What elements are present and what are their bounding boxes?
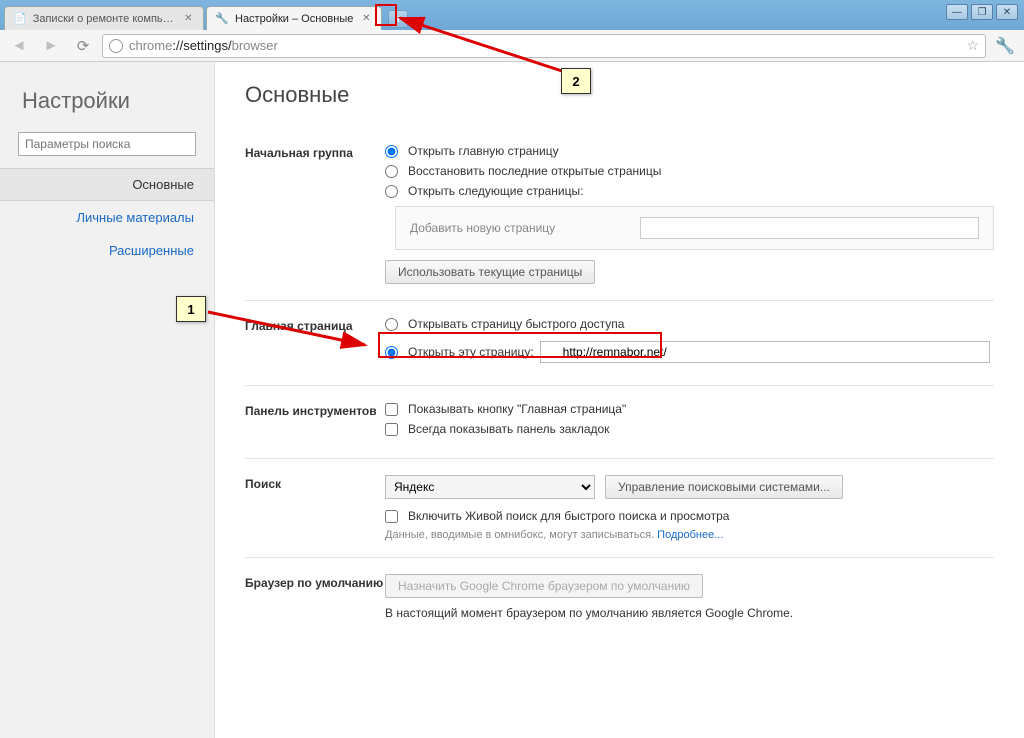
show-bookmarks-bar-checkbox[interactable] bbox=[385, 423, 398, 436]
settings-search-input[interactable] bbox=[18, 132, 196, 156]
back-button[interactable]: ◄ bbox=[6, 34, 32, 58]
tab-1-title: Настройки – Основные bbox=[235, 13, 353, 25]
section-search: Поиск Яндекс Управление поисковыми систе… bbox=[245, 459, 994, 558]
tab-strip: 📄 Записки о ремонте компьюте ✕ 🔧 Настрой… bbox=[4, 4, 408, 30]
tab-1[interactable]: 🔧 Настройки – Основные ✕ bbox=[206, 6, 382, 30]
tab-0[interactable]: 📄 Записки о ремонте компьюте ✕ bbox=[4, 6, 204, 30]
address-bar[interactable]: chrome://settings/browser ☆ bbox=[102, 34, 986, 58]
default-browser-status: В настоящий момент браузером по умолчани… bbox=[385, 606, 994, 620]
wrench-icon: 🔧 bbox=[215, 12, 229, 26]
tab-0-title: Записки о ремонте компьюте bbox=[33, 13, 176, 25]
add-page-box: Добавить новую страницу bbox=[395, 206, 994, 250]
maximize-button[interactable]: ❐ bbox=[971, 4, 993, 20]
close-icon[interactable]: ✕ bbox=[359, 12, 373, 26]
section-label: Главная страница bbox=[245, 317, 385, 369]
url-text: chrome://settings/browser bbox=[129, 38, 278, 53]
wrench-menu-button[interactable]: 🔧 bbox=[992, 34, 1018, 58]
minimize-button[interactable]: — bbox=[946, 4, 968, 20]
search-engine-select[interactable]: Яндекс bbox=[385, 475, 595, 499]
settings-content: Основные Начальная группа Открыть главну… bbox=[215, 62, 1024, 738]
section-label: Панель инструментов bbox=[245, 402, 385, 442]
startup-radio-home[interactable] bbox=[385, 145, 398, 158]
settings-search bbox=[18, 132, 196, 156]
annotation-rect-homepage-quick bbox=[378, 332, 662, 358]
radio-label: Восстановить последние открытые страницы bbox=[408, 164, 661, 178]
checkbox-label: Включить Живой поиск для быстрого поиска… bbox=[408, 509, 729, 523]
startup-radio-restore[interactable] bbox=[385, 165, 398, 178]
instant-search-checkbox[interactable] bbox=[385, 510, 398, 523]
section-toolbar: Панель инструментов Показывать кнопку "Г… bbox=[245, 386, 994, 459]
window-controls: — ❐ ✕ bbox=[946, 4, 1018, 20]
set-default-browser-button[interactable]: Назначить Google Chrome браузером по умо… bbox=[385, 574, 703, 598]
use-current-pages-button[interactable]: Использовать текущие страницы bbox=[385, 260, 595, 284]
close-window-button[interactable]: ✕ bbox=[996, 4, 1018, 20]
add-page-label: Добавить новую страницу bbox=[410, 221, 630, 235]
sidebar-item-personal[interactable]: Личные материалы bbox=[0, 201, 214, 234]
reload-button[interactable]: ⟳ bbox=[70, 34, 96, 58]
page-icon: 📄 bbox=[13, 12, 27, 26]
browser-titlebar: 📄 Записки о ремонте компьюте ✕ 🔧 Настрой… bbox=[0, 0, 1024, 30]
sidebar-item-basics[interactable]: Основные bbox=[0, 168, 214, 201]
settings-page: Настройки Основные Личные материалы Расш… bbox=[0, 62, 1024, 738]
homepage-radio-quick[interactable] bbox=[385, 318, 398, 331]
globe-icon bbox=[109, 39, 123, 53]
learn-more-link[interactable]: Подробнее... bbox=[657, 529, 723, 541]
annotation-rect-tab-close bbox=[375, 4, 397, 26]
section-default-browser: Браузер по умолчанию Назначить Google Ch… bbox=[245, 558, 994, 636]
section-label: Браузер по умолчанию bbox=[245, 574, 385, 620]
startup-radio-pages[interactable] bbox=[385, 185, 398, 198]
close-icon[interactable]: ✕ bbox=[182, 12, 195, 26]
radio-label: Открывать страницу быстрого доступа bbox=[408, 317, 624, 331]
section-startup: Начальная группа Открыть главную страниц… bbox=[245, 128, 994, 301]
checkbox-label: Показывать кнопку "Главная страница" bbox=[408, 402, 626, 416]
section-label: Начальная группа bbox=[245, 144, 385, 284]
annotation-label-2: 2 bbox=[561, 68, 591, 94]
forward-button[interactable]: ► bbox=[38, 34, 64, 58]
settings-sidebar: Настройки Основные Личные материалы Расш… bbox=[0, 62, 215, 738]
radio-label: Открыть главную страницу bbox=[408, 144, 559, 158]
show-home-button-checkbox[interactable] bbox=[385, 403, 398, 416]
instant-note: Данные, вводимые в омнибокс, могут запис… bbox=[385, 529, 994, 541]
add-page-input[interactable] bbox=[640, 217, 979, 239]
radio-label: Открыть следующие страницы: bbox=[408, 184, 583, 198]
sidebar-title: Настройки bbox=[0, 82, 214, 132]
bookmark-star-icon[interactable]: ☆ bbox=[966, 37, 979, 54]
section-label: Поиск bbox=[245, 475, 385, 541]
checkbox-label: Всегда показывать панель закладок bbox=[408, 422, 609, 436]
manage-search-engines-button[interactable]: Управление поисковыми системами... bbox=[605, 475, 843, 499]
browser-toolbar: ◄ ► ⟳ chrome://settings/browser ☆ 🔧 bbox=[0, 30, 1024, 62]
sidebar-item-advanced[interactable]: Расширенные bbox=[0, 234, 214, 267]
page-heading: Основные bbox=[245, 82, 994, 108]
annotation-label-1: 1 bbox=[176, 296, 206, 322]
